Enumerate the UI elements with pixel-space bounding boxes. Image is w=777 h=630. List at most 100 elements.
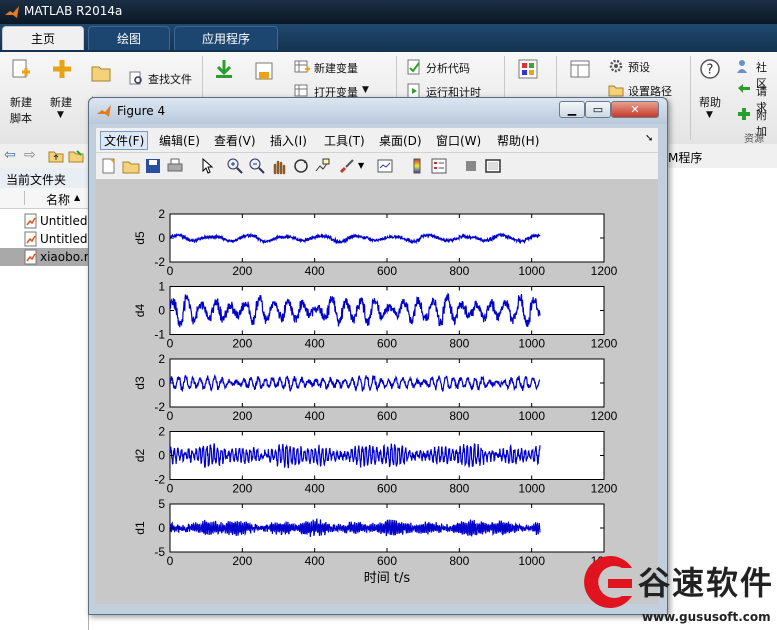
y-axis-label: d2 [133, 449, 147, 463]
up-folder-icon[interactable] [48, 148, 64, 164]
y-axis-label: d4 [133, 304, 147, 318]
watermark-brand: 谷速软件 [638, 564, 775, 602]
add-ons-button[interactable]: 附加 [734, 104, 777, 138]
subplot-d3[interactable]: 0 200 400 600 800 1000 120020-2d3 [133, 352, 618, 423]
menu-tools[interactable]: 工具(T) [324, 132, 365, 149]
x-tick-label: 400 [305, 337, 325, 351]
m-file-icon [24, 249, 37, 265]
x-tick-label: 1200 [591, 482, 618, 496]
new-button[interactable]: 新建 ▼ [46, 56, 80, 126]
rotate-3d-icon[interactable] [292, 157, 310, 175]
link-plot-icon[interactable] [376, 157, 394, 175]
x-tick-label: 1200 [591, 337, 618, 351]
file-list-header[interactable]: 名称 ▲ [0, 188, 88, 209]
maximize-button[interactable]: ▭ [585, 101, 611, 118]
file-name: Untitled [40, 232, 88, 246]
resources-group-label: 资源 [744, 134, 764, 145]
subplot-d5[interactable]: 0 200 400 600 800 1000 120020-2d5 [133, 207, 618, 278]
y-tick-label: 2 [158, 352, 165, 366]
pan-hand-icon[interactable] [270, 157, 288, 175]
x-tick-label: 200 [232, 409, 252, 423]
brush-icon[interactable] [338, 157, 356, 175]
zoom-in-icon[interactable] [226, 157, 244, 175]
data-cursor-icon[interactable] [314, 157, 332, 175]
hide-plot-tools-icon[interactable] [462, 157, 480, 175]
menu-edit[interactable]: 编辑(E) [159, 132, 200, 149]
back-arrow-icon[interactable]: ⇦ [4, 147, 16, 163]
new-script-button[interactable]: 新建 脚本 [4, 56, 42, 126]
browse-folder-icon[interactable] [68, 148, 84, 164]
simulink-library-icon [518, 59, 538, 79]
menu-window[interactable]: 窗口(W) [436, 132, 481, 149]
current-path-text[interactable]: M程序 [668, 149, 702, 166]
layout-button[interactable] [566, 56, 596, 96]
request-support-button[interactable]: 请求 [734, 80, 777, 114]
new-figure-icon[interactable] [100, 157, 118, 175]
m-file-icon [24, 213, 37, 229]
new-variable-button[interactable]: 新建变量 [292, 58, 392, 78]
x-tick-label: 800 [449, 337, 469, 351]
menu-dock-arrow-icon[interactable]: ➘ [645, 133, 653, 144]
simulink-library-button[interactable] [514, 56, 544, 96]
tab-home-label: 主页 [30, 32, 55, 46]
figure-toolbar: ▼ [96, 153, 658, 180]
menu-desktop[interactable]: 桌面(D) [379, 132, 422, 149]
brush-dropdown-icon[interactable]: ▼ [358, 161, 364, 170]
column-divider [24, 191, 25, 205]
analyze-code-label: 分析代码 [426, 62, 470, 75]
forward-arrow-icon[interactable]: ⇨ [24, 147, 36, 163]
colorbar-icon[interactable] [408, 157, 426, 175]
x-tick-label: 800 [449, 409, 469, 423]
new-label: 新建 [50, 96, 72, 109]
preferences-button[interactable]: 预设 [606, 56, 678, 76]
x-tick-label: 800 [449, 482, 469, 496]
y-tick-label: -1 [154, 328, 165, 342]
subplot-d4[interactable]: 0 200 400 600 800 1000 120010-1d4 [133, 280, 618, 351]
help-label: 帮助 [699, 96, 721, 109]
print-icon[interactable] [166, 157, 184, 175]
svg-text:?: ? [707, 63, 714, 78]
y-axis-label: d5 [133, 231, 147, 245]
m-file-icon [24, 231, 37, 247]
y-tick-label: -5 [154, 545, 165, 559]
legend-icon[interactable] [430, 157, 448, 175]
file-list-item[interactable]: Untitled [0, 230, 88, 248]
x-tick-label: 1200 [591, 409, 618, 423]
figure-title-bar[interactable]: Figure 4 ▁ ▭ ✕ [89, 98, 667, 124]
x-tick-label: 400 [305, 264, 325, 278]
find-files-button[interactable]: 查找文件 [126, 68, 196, 88]
menu-file[interactable]: 文件(F) [100, 131, 149, 150]
subplot-d1[interactable]: 02004006008001000120050-5d1 [133, 497, 618, 568]
subplot-canvas: 0 200 400 600 800 1000 120020-2d5 0 200 400 600 800… [133, 207, 618, 586]
tab-home[interactable]: 主页 [2, 26, 84, 50]
gear-icon [609, 59, 623, 73]
menu-insert[interactable]: 插入(I) [270, 132, 307, 149]
watermark: 谷速软件 www.gususoft.com [578, 552, 777, 630]
analyze-code-button[interactable]: 分析代码 [404, 58, 500, 78]
y-tick-label: -2 [154, 473, 165, 487]
open-file-icon[interactable] [122, 157, 140, 175]
save-icon[interactable] [144, 157, 162, 175]
help-button[interactable]: ? 帮助 ▼ [694, 56, 728, 126]
x-tick-label: 1200 [591, 264, 618, 278]
subplot-d2[interactable]: 0 200 400 600 800 1000 120020-2d2 [133, 425, 618, 496]
menu-help[interactable]: 帮助(H) [497, 132, 539, 149]
column-name-header[interactable]: 名称 [46, 191, 70, 208]
show-plot-tools-icon[interactable] [484, 157, 502, 175]
file-list-item[interactable]: Untitled. [0, 212, 92, 230]
tab-plots[interactable]: 绘图 [88, 26, 170, 50]
x-tick-label: 1000 [518, 482, 545, 496]
file-list-item-selected[interactable]: xiaobo.r [0, 248, 89, 266]
minimize-button[interactable]: ▁ [559, 101, 585, 118]
x-tick-label: 800 [449, 554, 469, 568]
matlab-figure-icon [97, 105, 111, 117]
figure-title: Figure 4 [117, 104, 166, 118]
file-name: Untitled. [40, 214, 92, 228]
pointer-icon[interactable] [198, 157, 216, 175]
zoom-out-icon[interactable] [248, 157, 266, 175]
close-button[interactable]: ✕ [611, 101, 659, 118]
menu-view[interactable]: 查看(V) [214, 132, 256, 149]
community-button[interactable]: 社区 [734, 56, 777, 90]
y-axis-label: d3 [133, 376, 147, 390]
tab-apps[interactable]: 应用程序 [174, 26, 278, 50]
